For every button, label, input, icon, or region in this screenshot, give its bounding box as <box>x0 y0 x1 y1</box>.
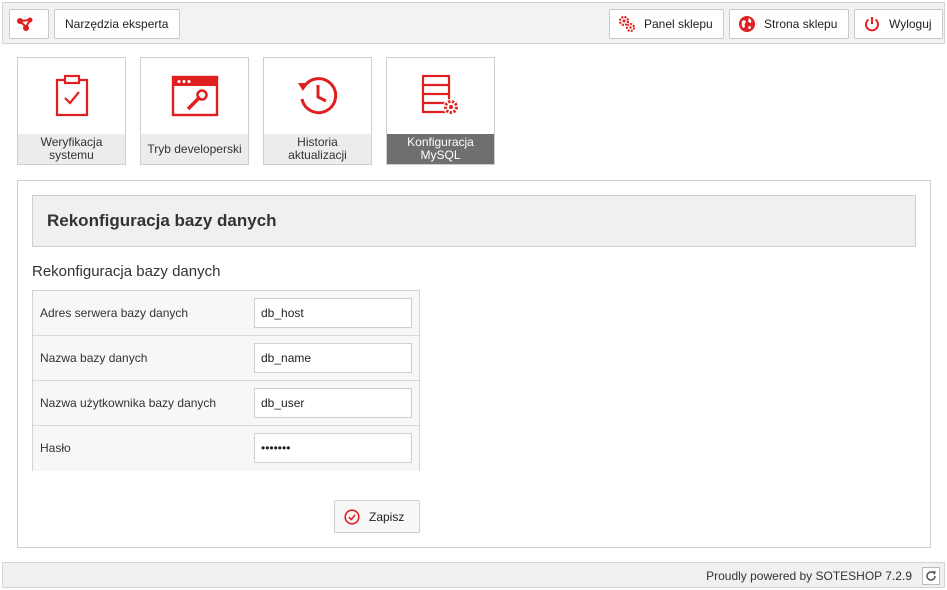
shop-page-button[interactable]: Strona sklepu <box>729 9 849 39</box>
db-name-label: Nazwa bazy danych <box>40 351 148 365</box>
logout-button[interactable]: Wyloguj <box>854 9 943 39</box>
shop-panel-label: Panel sklepu <box>644 17 713 31</box>
shop-panel-button[interactable]: Panel sklepu <box>609 9 724 39</box>
expert-tools-button[interactable]: Narzędzia eksperta <box>54 9 180 39</box>
db-host-input[interactable] <box>254 298 412 328</box>
browser-wrench-icon <box>171 75 218 117</box>
password-input[interactable] <box>254 433 412 463</box>
form-row: Nazwa użytkownika bazy danych <box>33 381 419 426</box>
expert-tools-label: Narzędzia eksperta <box>65 17 169 31</box>
history-clock-icon <box>297 77 337 115</box>
footer: Proudly powered by SOTESHOP 7.2.9 <box>2 562 945 588</box>
save-label: Zapisz <box>369 509 405 524</box>
db-name-input[interactable] <box>254 343 412 373</box>
page-title: Rekonfiguracja bazy danych <box>32 195 916 247</box>
main-panel: Rekonfiguracja bazy danych Rekonfiguracj… <box>17 180 931 548</box>
password-label: Hasło <box>40 441 71 455</box>
powered-by-text: Proudly powered by SOTESHOP 7.2.9 <box>706 569 912 583</box>
top-toolbar: Narzędzia eksperta Panel sklepu Strona s… <box>2 2 945 44</box>
tile-developer-mode[interactable]: Tryb developerski <box>140 57 249 165</box>
refresh-button[interactable] <box>922 567 940 585</box>
refresh-icon <box>926 571 936 581</box>
clipboard-check-icon <box>55 74 88 117</box>
database-settings-icon <box>421 74 459 115</box>
tile-system-verification[interactable]: Weryfikacja systemu <box>17 57 126 165</box>
db-user-input[interactable] <box>254 388 412 418</box>
db-host-label: Adres serwera bazy danych <box>40 306 189 320</box>
db-user-label: Nazwa użytkownika bazy danych <box>40 396 217 410</box>
save-button[interactable]: Zapisz <box>334 500 420 533</box>
shop-page-label: Strona sklepu <box>764 17 838 31</box>
check-circle-icon <box>344 508 360 525</box>
globe-icon <box>739 16 755 32</box>
form-row: Adres serwera bazy danych <box>33 291 419 336</box>
share-nodes-icon <box>17 17 33 31</box>
tile-label: Historia aktualizacji <box>264 134 371 164</box>
logo-button[interactable] <box>9 9 49 39</box>
section-title: Rekonfiguracja bazy danych <box>32 263 221 280</box>
tile-label: Tryb developerski <box>141 134 248 164</box>
power-icon <box>865 17 879 32</box>
form-row: Hasło <box>33 426 419 471</box>
tile-mysql-configuration[interactable]: Konfiguracja MySQL <box>386 57 495 165</box>
tile-label: Konfiguracja MySQL <box>387 134 494 164</box>
tile-label: Weryfikacja systemu <box>18 134 125 164</box>
gears-icon <box>618 15 635 32</box>
db-config-form: Adres serwera bazy danych Nazwa bazy dan… <box>32 290 420 471</box>
form-row: Nazwa bazy danych <box>33 336 419 381</box>
tile-update-history[interactable]: Historia aktualizacji <box>263 57 372 165</box>
logout-label: Wyloguj <box>889 17 932 31</box>
